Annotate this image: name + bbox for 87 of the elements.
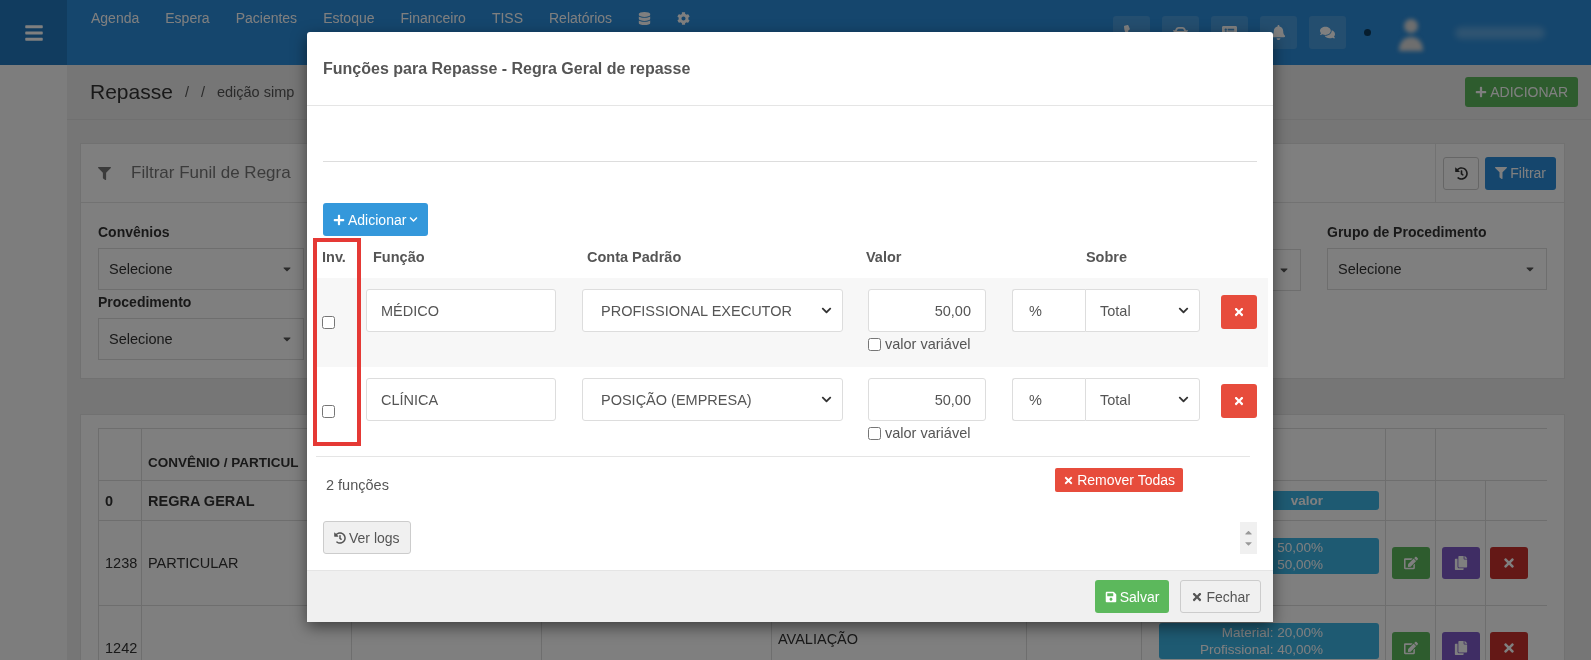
add-button[interactable]: Adicionar [323,203,429,236]
unit-addon: % [1012,289,1085,332]
breadcrumb-link[interactable]: edição simp [216,84,295,100]
nav-link[interactable]: Estoque [323,10,375,26]
select-field[interactable]: Total [1085,289,1200,332]
remove-button[interactable] [1221,384,1257,418]
remove-button[interactable] [1221,295,1257,329]
select-field[interactable]: Total [1085,378,1200,421]
copy-button[interactable] [1441,632,1480,660]
remove-all-button[interactable]: Remover Todas [1055,468,1183,492]
checkbox[interactable] [322,316,335,329]
select-field[interactable]: Selecione [98,318,304,360]
nav-link[interactable]: Agenda [91,10,140,26]
table-cell: 0 [98,481,141,520]
delete-button[interactable] [1489,632,1528,660]
input-field[interactable]: 50,00 [868,289,986,332]
close-button[interactable]: Fechar [1180,580,1261,613]
field-label: Convênios [98,224,171,240]
checkbox-label: valor variável [885,425,971,441]
history-icon [334,531,346,544]
select-field[interactable]: POSIÇÃO (EMPRESA) [582,378,843,421]
database-icon[interactable] [638,11,652,25]
input-field[interactable]: CLÍNICA [366,378,556,421]
scroll-arrows-icon [1240,521,1257,554]
nav-link[interactable]: Financeiro [400,10,466,26]
checkbox[interactable] [868,426,881,440]
nav-link[interactable]: Relatórios [549,10,613,26]
edit-button[interactable] [1391,547,1430,579]
filter-button[interactable]: Filtrar [1485,156,1556,190]
checkbox[interactable] [322,405,335,418]
breadcrumb-separator: / [200,84,205,100]
delete-button[interactable] [1489,547,1528,579]
field-label: Grupo de Procedimento [1327,224,1488,240]
checkbox-label: valor variável [885,336,971,352]
menu-icon[interactable] [23,22,44,43]
filter-icon [1495,167,1508,179]
chevron-icon [409,215,419,224]
chat-icon [1320,25,1335,40]
chevron-icon [821,305,832,316]
column-header: Inv. [322,249,346,265]
close-icon [1191,590,1204,603]
close-icon [1233,306,1245,318]
input-field[interactable]: 50,00 [868,378,986,421]
save-button[interactable]: Salvar [1094,580,1170,613]
column-header: Valor [866,249,902,265]
page-title: Repasse [90,80,173,104]
summary-badge: Material: 20,00% Profissional: 40,00% [1159,623,1379,659]
close-icon [1233,395,1245,407]
edit-button[interactable] [1391,632,1430,660]
copy-icon [1453,556,1468,570]
history-icon [1454,166,1468,180]
unit-addon: % [1012,378,1085,421]
status-dot [1364,29,1371,36]
field-label: Procedimento [98,294,193,310]
edit-icon [1403,641,1418,655]
chevron-icon [1178,394,1189,405]
chevron-icon [821,394,832,405]
checkbox[interactable] [868,337,881,351]
close-icon [1501,641,1516,655]
input-field[interactable]: MÉDICO [366,289,556,332]
edit-icon [1403,556,1418,570]
nav-link[interactable]: Espera [165,10,210,26]
modal-title: Funções para Repasse - Regra Geral de repasse [323,59,691,78]
settings-icon[interactable] [677,11,691,25]
select-field[interactable]: PROFISSIONAL EXECUTOR [582,289,843,332]
plus-icon [1475,86,1488,98]
reset-button[interactable] [1443,156,1480,190]
panel-title: Filtrar Funil de Regra [131,163,291,183]
copy-button[interactable] [1441,547,1480,579]
plus-icon [333,213,345,226]
close-icon [1501,556,1516,570]
close-icon [1063,474,1075,486]
table-cell: 1238 [98,521,141,605]
column-header: Sobre [1085,249,1128,265]
chevron-icon [1178,305,1189,316]
nav-link[interactable]: TISS [491,10,523,26]
column-header: Conta Padrão [587,249,682,265]
select-field[interactable]: Selecione [98,248,304,290]
column-header: Função [373,249,425,265]
save-icon [1104,590,1117,603]
nav-link[interactable]: Pacientes [235,10,298,26]
breadcrumb-separator: / [184,84,189,100]
select-field[interactable]: Selecione [1327,248,1547,290]
logs-button[interactable]: Ver logs [323,521,411,554]
table-cell: 1242 [98,606,141,660]
filter-icon [98,166,111,180]
copy-icon [1453,641,1468,655]
